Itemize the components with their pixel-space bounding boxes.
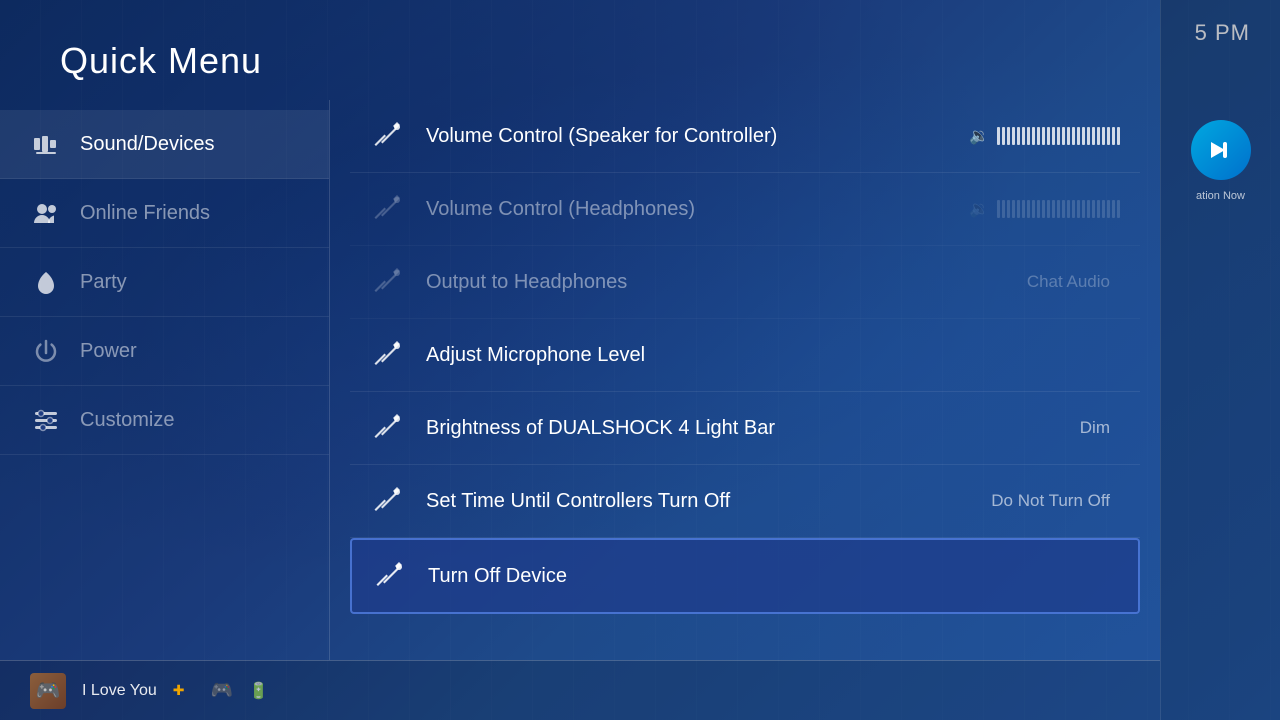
- wrench-icon-speaker: [370, 118, 406, 154]
- user-avatar: 🎮: [30, 673, 66, 709]
- value-controller-timeout: Do Not Turn Off: [991, 491, 1110, 511]
- sidebar-item-online-friends[interactable]: Online Friends: [0, 179, 329, 248]
- wrench-icon-headphones: [370, 191, 406, 227]
- label-output-headphones: Output to Headphones: [426, 271, 1007, 294]
- status-bar: 🎮 I Love You ✚ 🎮 🔋: [0, 660, 1160, 720]
- sidebar-label-party: Party: [80, 271, 127, 294]
- sidebar-item-customize[interactable]: Customize: [0, 386, 329, 455]
- sidebar-label-sound-devices: Sound/Devices: [80, 133, 215, 156]
- ps-now-label: ation Now: [1196, 190, 1245, 202]
- headphone-speaker-icon: 🔉: [969, 199, 989, 219]
- label-volume-speaker: Volume Control (Speaker for Controller): [426, 125, 949, 148]
- party-icon: [30, 266, 62, 298]
- ps-plus-badge: ✚: [173, 682, 185, 699]
- label-microphone: Adjust Microphone Level: [426, 344, 1120, 367]
- power-icon: [30, 335, 62, 367]
- label-volume-headphones: Volume Control (Headphones): [426, 198, 949, 221]
- volume-bar-speaker: 🔉: [969, 126, 1120, 146]
- label-brightness: Brightness of DUALSHOCK 4 Light Bar: [426, 417, 1060, 440]
- wrench-icon-output: [370, 264, 406, 300]
- menu-item-volume-speaker[interactable]: Volume Control (Speaker for Controller) …: [350, 100, 1140, 173]
- ps-now-icon[interactable]: [1191, 120, 1251, 180]
- controller-icon: 🎮: [210, 680, 232, 701]
- wrench-icon-turn-off: [372, 558, 408, 594]
- battery-icon: 🔋: [249, 681, 269, 701]
- menu-item-output-headphones[interactable]: Output to Headphones Chat Audio: [350, 246, 1140, 319]
- menu-item-microphone[interactable]: Adjust Microphone Level: [350, 319, 1140, 392]
- wrench-icon-microphone: [370, 337, 406, 373]
- sidebar-label-customize: Customize: [80, 409, 174, 432]
- sidebar-item-party[interactable]: Party: [0, 248, 329, 317]
- menu-item-turn-off-device[interactable]: Turn Off Device: [350, 538, 1140, 614]
- customize-icon: [30, 404, 62, 436]
- label-controller-timeout: Set Time Until Controllers Turn Off: [426, 490, 971, 513]
- main-container: Sound/Devices Online Friends Party: [0, 100, 1160, 660]
- menu-item-volume-headphones[interactable]: Volume Control (Headphones) 🔉: [350, 173, 1140, 246]
- label-turn-off-device: Turn Off Device: [428, 565, 1118, 588]
- sidebar-label-power: Power: [80, 340, 137, 363]
- sidebar-item-sound-devices[interactable]: Sound/Devices: [0, 110, 329, 179]
- volume-bar-headphones: 🔉: [969, 199, 1120, 219]
- value-output-headphones: Chat Audio: [1027, 272, 1110, 292]
- value-brightness: Dim: [1080, 418, 1110, 438]
- wrench-icon-timeout: [370, 483, 406, 519]
- username: I Love You: [82, 682, 157, 700]
- wrench-icon-brightness: [370, 410, 406, 446]
- speaker-icon: 🔉: [969, 126, 989, 146]
- page-title: Quick Menu: [60, 40, 262, 82]
- sidebar-label-online-friends: Online Friends: [80, 202, 210, 225]
- ps-panel: ation Now: [1160, 0, 1280, 720]
- online-friends-icon: [30, 197, 62, 229]
- volume-bar-visual: [997, 127, 1120, 145]
- sidebar-item-power[interactable]: Power: [0, 317, 329, 386]
- sidebar: Sound/Devices Online Friends Party: [0, 100, 330, 660]
- menu-item-controller-timeout[interactable]: Set Time Until Controllers Turn Off Do N…: [350, 465, 1140, 538]
- volume-bar-visual-hp: [997, 200, 1120, 218]
- content-panel: Volume Control (Speaker for Controller) …: [330, 100, 1160, 660]
- menu-item-brightness[interactable]: Brightness of DUALSHOCK 4 Light Bar Dim: [350, 392, 1140, 465]
- sound-devices-icon: [30, 128, 62, 160]
